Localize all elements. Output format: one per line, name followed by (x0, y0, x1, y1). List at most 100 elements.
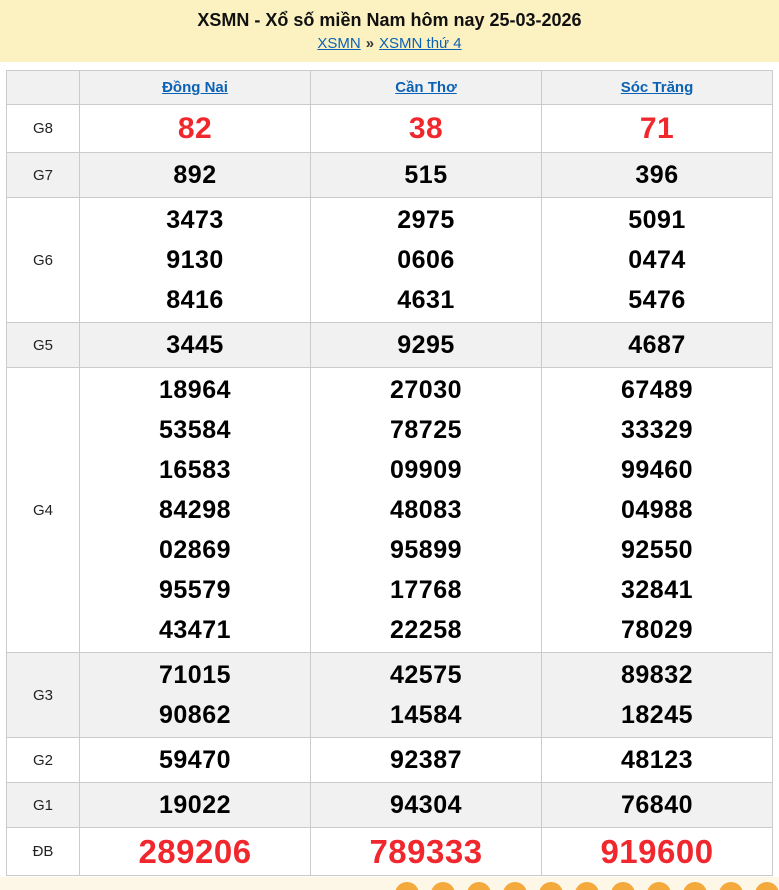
prize-cell: 892 (80, 153, 311, 198)
prize-number: 8416 (80, 280, 310, 320)
prize-number: 4631 (311, 280, 541, 320)
prize-number: 27030 (311, 370, 541, 410)
prize-number: 892 (80, 155, 310, 195)
prize-row-g6: G6347391308416297506064631509104745476 (7, 198, 773, 323)
prize-number: 19022 (80, 785, 310, 825)
prize-label: G8 (7, 105, 80, 153)
prize-row-g7: G7892515396 (7, 153, 773, 198)
prize-number: 95899 (311, 530, 541, 570)
prize-row-đb: ĐB289206789333919600 (7, 828, 773, 876)
prize-cell: 347391308416 (80, 198, 311, 323)
table-header-row: Đồng Nai Cần Thơ Sóc Trăng (7, 71, 773, 105)
lotto-ball-icon (395, 882, 419, 890)
province-link-0[interactable]: Đồng Nai (162, 79, 228, 96)
prize-number: 5091 (542, 200, 772, 240)
prize-cell: 7101590862 (80, 653, 311, 738)
prize-cell: 789333 (311, 828, 542, 876)
prize-label: G1 (7, 783, 80, 828)
prize-number: 3445 (80, 325, 310, 365)
prize-label: ĐB (7, 828, 80, 876)
province-header: Sóc Trăng (542, 71, 773, 105)
prize-cell: 71 (542, 105, 773, 153)
prize-number: 2975 (311, 200, 541, 240)
prize-cell: 82 (80, 105, 311, 153)
lotto-ball-icon (467, 882, 491, 890)
prize-number: 84298 (80, 490, 310, 530)
prize-number: 919600 (542, 830, 772, 873)
lotto-ball-icon (431, 882, 455, 890)
prize-number: 71 (542, 107, 772, 150)
prize-number: 76840 (542, 785, 772, 825)
prize-label: G7 (7, 153, 80, 198)
prize-number: 04988 (542, 490, 772, 530)
prize-cell: 48123 (542, 738, 773, 783)
prize-number: 92550 (542, 530, 772, 570)
prize-number: 48123 (542, 740, 772, 780)
lotto-ball-icon (503, 882, 527, 890)
breadcrumb-link-xsmn[interactable]: XSMN (317, 35, 360, 52)
lotto-ball-icon (719, 882, 743, 890)
prize-cell: 76840 (542, 783, 773, 828)
prize-number: 18964 (80, 370, 310, 410)
province-header: Đồng Nai (80, 71, 311, 105)
prize-cell: 515 (311, 153, 542, 198)
prize-row-g1: G1190229430476840 (7, 783, 773, 828)
prize-number: 59470 (80, 740, 310, 780)
prize-cell: 396 (542, 153, 773, 198)
prize-number: 16583 (80, 450, 310, 490)
prize-label: G4 (7, 368, 80, 653)
prize-number: 38 (311, 107, 541, 150)
prize-number: 82 (80, 107, 310, 150)
lotto-ball-icon (683, 882, 707, 890)
prize-number: 4687 (542, 325, 772, 365)
prize-label: G5 (7, 323, 80, 368)
prize-cell: 4687 (542, 323, 773, 368)
lotto-ball-icon (611, 882, 635, 890)
province-header: Cần Thơ (311, 71, 542, 105)
prize-number: 02869 (80, 530, 310, 570)
page-title: XSMN - Xổ số miền Nam hôm nay 25-03-2026 (8, 9, 771, 31)
prize-number: 90862 (80, 695, 310, 735)
prize-row-g4: G418964535841658384298028699557943471270… (7, 368, 773, 653)
prize-cell: 38 (311, 105, 542, 153)
prize-number: 17768 (311, 570, 541, 610)
prize-number: 94304 (311, 785, 541, 825)
page-header: XSMN - Xổ số miền Nam hôm nay 25-03-2026… (0, 0, 779, 62)
lottery-results-table: Đồng NaiCần ThơSóc Trăng G8823871G789251… (6, 70, 773, 876)
prize-number: 09909 (311, 450, 541, 490)
prize-number: 18245 (542, 695, 772, 735)
prize-cell: 509104745476 (542, 198, 773, 323)
lotto-ball-icon (755, 882, 779, 890)
breadcrumb-link-xsmn-thu-4[interactable]: XSMN thứ 4 (379, 35, 462, 52)
prize-cell: 67489333299946004988925503284178029 (542, 368, 773, 653)
prize-number: 5476 (542, 280, 772, 320)
province-link-1[interactable]: Cần Thơ (395, 79, 457, 96)
prize-label: G2 (7, 738, 80, 783)
prize-number: 71015 (80, 655, 310, 695)
prize-cell: 289206 (80, 828, 311, 876)
lotto-ball-strip (0, 877, 779, 890)
prize-cell: 8983218245 (542, 653, 773, 738)
prize-number: 89832 (542, 655, 772, 695)
prize-label: G6 (7, 198, 80, 323)
prize-cell: 919600 (542, 828, 773, 876)
prize-number: 33329 (542, 410, 772, 450)
prize-number: 0474 (542, 240, 772, 280)
prize-cell: 92387 (311, 738, 542, 783)
prize-row-g5: G5344592954687 (7, 323, 773, 368)
prize-number: 0606 (311, 240, 541, 280)
prize-row-g8: G8823871 (7, 105, 773, 153)
prize-cell: 297506064631 (311, 198, 542, 323)
province-link-2[interactable]: Sóc Trăng (621, 79, 694, 96)
prize-number: 32841 (542, 570, 772, 610)
prize-row-g2: G2594709238748123 (7, 738, 773, 783)
prize-number: 48083 (311, 490, 541, 530)
prize-number: 78029 (542, 610, 772, 650)
prize-cell: 59470 (80, 738, 311, 783)
prize-number: 53584 (80, 410, 310, 450)
prize-cell: 3445 (80, 323, 311, 368)
lotto-ball-icon (539, 882, 563, 890)
prize-number: 43471 (80, 610, 310, 650)
prize-number: 9130 (80, 240, 310, 280)
prize-cell: 4257514584 (311, 653, 542, 738)
